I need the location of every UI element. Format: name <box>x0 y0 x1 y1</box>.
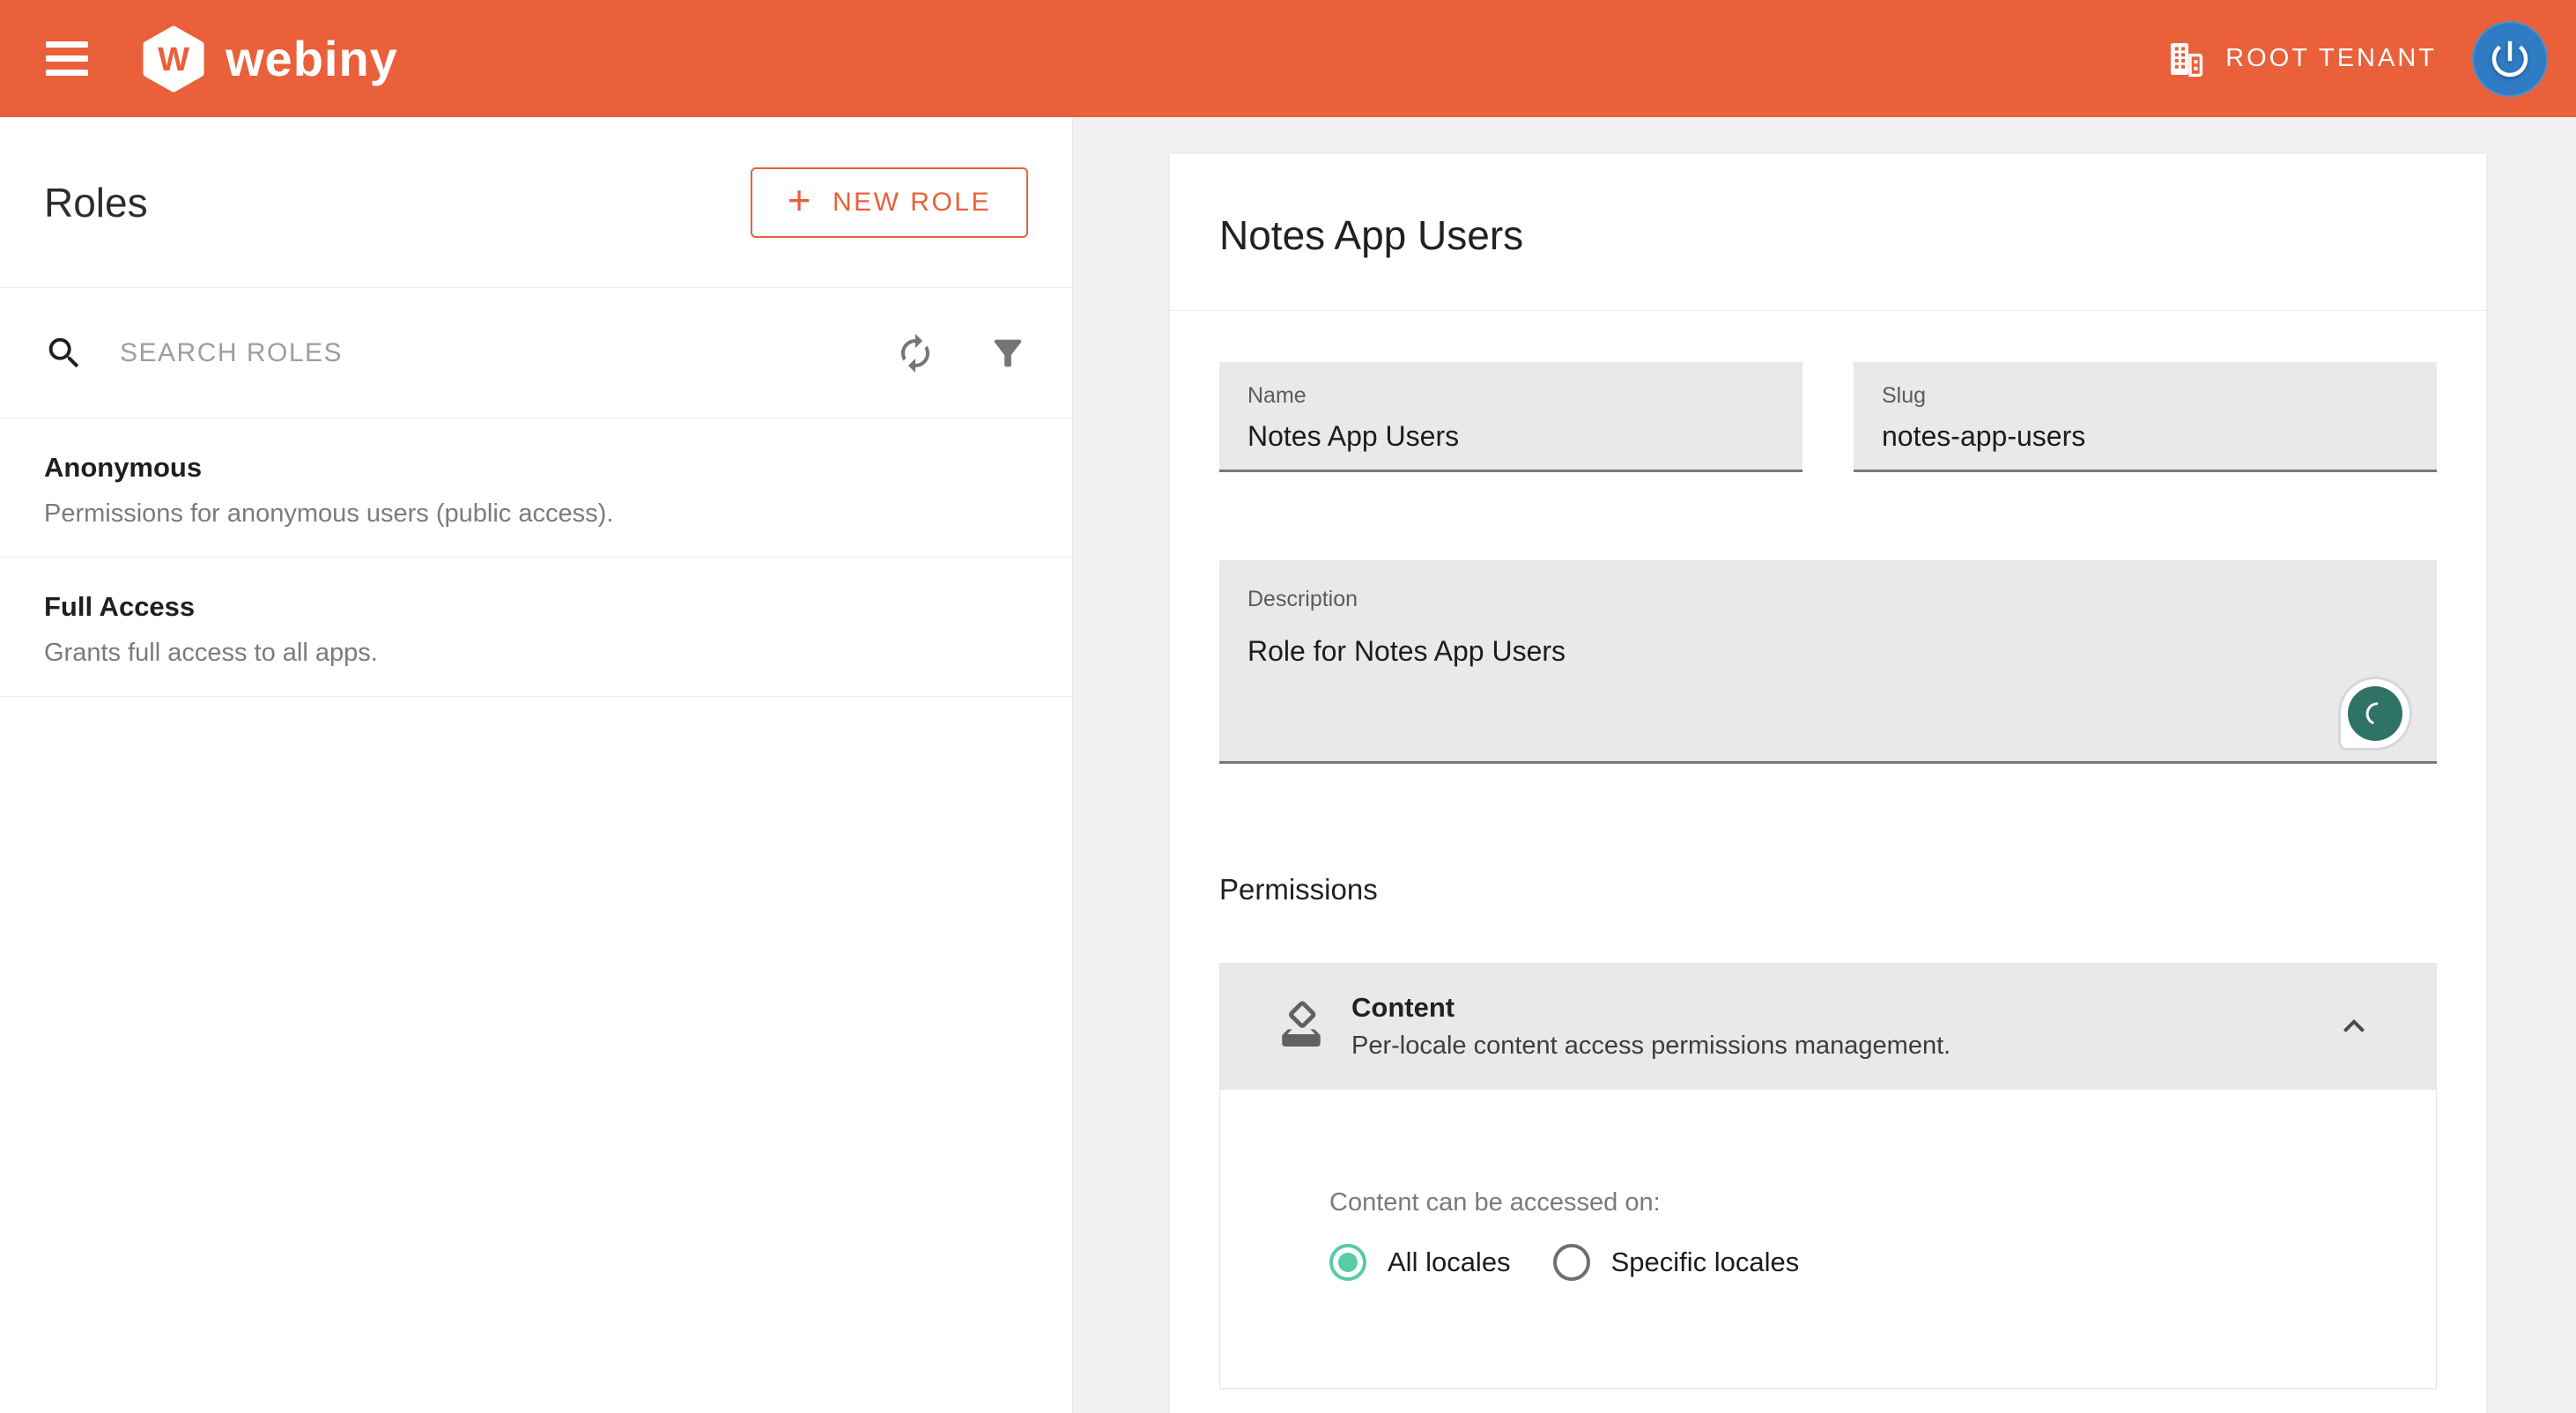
ballot-box-icon <box>1276 1001 1327 1052</box>
slug-field[interactable]: Slug <box>1854 362 2437 472</box>
webiny-logo[interactable]: W webiny <box>143 26 398 92</box>
tenant-selector[interactable]: ROOT TENANT <box>2165 38 2437 80</box>
slug-field-label: Slug <box>1882 383 2409 409</box>
filter-icon <box>988 333 1028 374</box>
description-field[interactable]: Description Role for Notes App Users <box>1219 560 2437 764</box>
page-title: Roles <box>44 179 148 226</box>
cursor-crescent-icon <box>2357 695 2394 732</box>
name-slug-row: Name Slug <box>1219 362 2437 472</box>
new-role-button[interactable]: + NEW ROLE <box>751 167 1028 238</box>
list-item[interactable]: Full Access Grants full access to all ap… <box>0 558 1072 697</box>
main-content: Roles + NEW ROLE <box>0 117 2576 1413</box>
content-permissions-accordion: Content Per-locale content access permis… <box>1219 963 2437 1389</box>
radio-specific-locales[interactable]: Specific locales <box>1553 1244 1800 1281</box>
slug-input[interactable] <box>1882 420 2409 453</box>
cursor-indicator-circle <box>2348 686 2402 741</box>
radio-label: All locales <box>1388 1247 1511 1278</box>
radio-label: Specific locales <box>1611 1247 1800 1278</box>
role-form-card: Notes App Users Name Slug <box>1170 154 2486 1413</box>
webiny-hexagon-icon: W <box>143 26 204 92</box>
accordion-subtitle: Per-locale content access permissions ma… <box>1351 1032 1951 1061</box>
header-right-group: ROOT TENANT <box>2165 21 2548 97</box>
list-item[interactable]: Anonymous Permissions for anonymous user… <box>0 418 1072 558</box>
search-bar <box>0 288 1072 418</box>
role-detail-area: Notes App Users Name Slug <box>1073 117 2576 1413</box>
new-role-button-label: NEW ROLE <box>833 188 991 218</box>
roles-panel-header: Roles + NEW ROLE <box>0 117 1072 288</box>
permissions-heading: Permissions <box>1219 873 2437 906</box>
tenant-label: ROOT TENANT <box>2225 44 2437 73</box>
search-icon <box>44 333 85 374</box>
description-input[interactable]: Role for Notes App Users <box>1247 635 2292 767</box>
search-input[interactable] <box>120 338 894 368</box>
logo-letter: W <box>158 41 189 78</box>
collapse-button[interactable] <box>2333 1005 2375 1047</box>
accordion-titles: Content Per-locale content access permis… <box>1351 992 1951 1061</box>
description-field-label: Description <box>1247 587 2409 612</box>
role-description: Grants full access to all apps. <box>44 639 1028 668</box>
form-title: Notes App Users <box>1219 216 2437 255</box>
top-app-bar: W webiny ROOT TENANT <box>0 0 2576 117</box>
form-body: Name Slug Description Role for Notes App… <box>1170 311 2486 1389</box>
user-avatar[interactable] <box>2472 21 2548 97</box>
brand-wordmark: webiny <box>226 34 398 84</box>
roles-list-panel: Roles + NEW ROLE <box>0 117 1073 1413</box>
accordion-body-content: Content can be accessed on: All locales … <box>1219 1090 2437 1389</box>
cursor-indicator <box>2338 677 2412 751</box>
access-question: Content can be accessed on: <box>1329 1188 2436 1217</box>
plus-icon: + <box>788 180 813 220</box>
name-field-label: Name <box>1247 383 1774 409</box>
role-description: Permissions for anonymous users (public … <box>44 499 1028 529</box>
radio-unselected-icon <box>1553 1244 1590 1281</box>
menu-icon[interactable] <box>46 41 88 76</box>
radio-all-locales[interactable]: All locales <box>1329 1244 1511 1281</box>
app-window: W webiny ROOT TENANT <box>0 0 2576 1413</box>
accordion-header-content[interactable]: Content Per-locale content access permis… <box>1219 963 2437 1090</box>
name-field[interactable]: Name <box>1219 362 1802 472</box>
filter-button[interactable] <box>988 333 1028 374</box>
accordion-title: Content <box>1351 992 1951 1024</box>
role-name: Full Access <box>44 591 1028 623</box>
chevron-up-icon <box>2333 1005 2375 1047</box>
locales-radio-group: All locales Specific locales <box>1329 1244 2436 1281</box>
form-header: Notes App Users <box>1170 154 2486 311</box>
radio-selected-icon <box>1329 1244 1366 1281</box>
refresh-icon <box>894 332 936 374</box>
refresh-button[interactable] <box>894 332 936 374</box>
power-avatar-icon <box>2486 35 2534 83</box>
roles-list: Anonymous Permissions for anonymous user… <box>0 418 1072 697</box>
name-input[interactable] <box>1247 420 1774 453</box>
role-name: Anonymous <box>44 452 1028 484</box>
building-icon <box>2165 38 2208 80</box>
